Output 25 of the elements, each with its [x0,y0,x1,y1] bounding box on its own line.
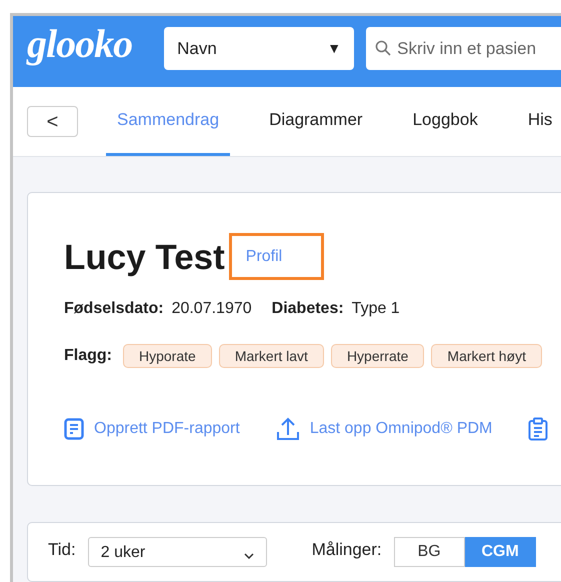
patient-name: Lucy Test [64,237,225,279]
search-field[interactable]: Skriv inn et pasien [366,27,561,70]
flag-tag: Hyporate [123,344,212,368]
tab[interactable]: His [516,87,561,156]
chevron-down-icon [244,553,254,559]
time-dropdown[interactable]: 2 uker [88,537,267,567]
flag-tag: Hyperrate [330,344,424,368]
measurements-label: Målinger: [312,539,382,561]
tab[interactable]: Diagrammer [258,87,374,156]
search-type-dropdown[interactable]: Navn ▼ [164,27,354,70]
detail-label: Fødselsdato: [64,299,164,319]
detail-value: 20.07.1970 [172,299,252,319]
flag-tag: Markert høyt [431,344,542,368]
upload-icon [276,417,300,441]
detail-label: Diabetes: [272,299,344,319]
back-button[interactable]: < [27,106,78,138]
time-label: Tid: [48,539,76,561]
search-icon [375,40,392,56]
flags-label: Flagg: [64,346,112,366]
tab[interactable]: Loggbok [402,87,489,156]
clipboard-icon[interactable] [528,417,548,441]
document-icon [64,418,84,440]
measurement-toggle[interactable]: BG [394,537,465,567]
flag-tag: Markert lavt [218,344,324,368]
detail-value: Type 1 [352,299,400,319]
